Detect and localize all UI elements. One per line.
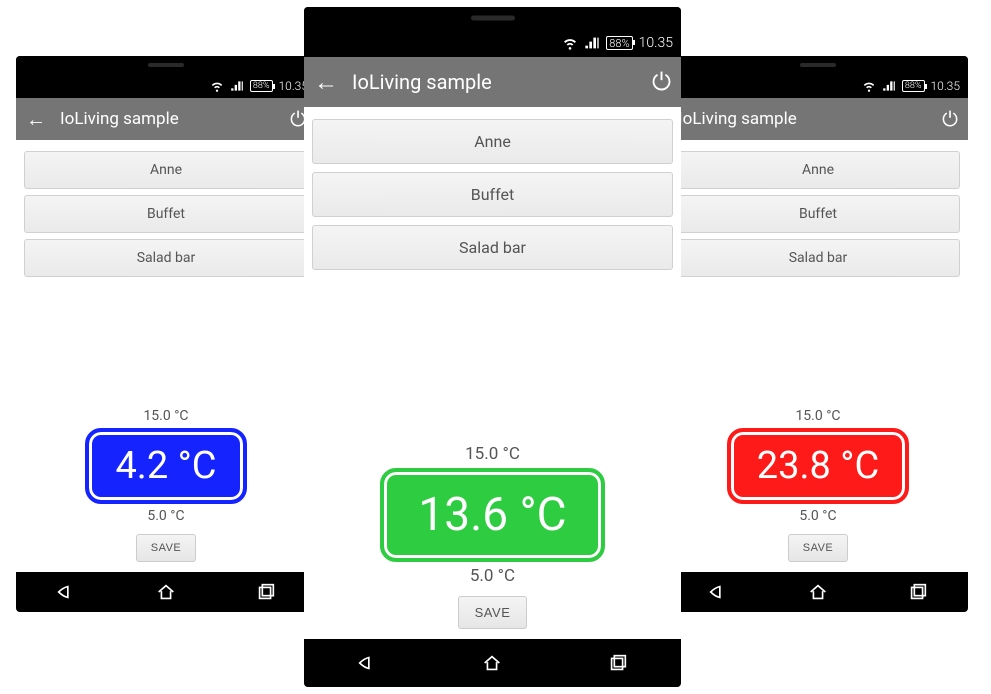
phone-left: 88% 10.35 ← IoLiving sample ⏻ Anne Buffe… [16,56,316,612]
app-title: IoLiving sample [352,70,638,94]
app-bar: ← IoLiving sample ⏻ [304,57,681,107]
temperature-value: 13.6 °C [388,476,596,554]
save-button[interactable]: SAVE [136,534,197,562]
phone-screen: 88% 10.35 ← IoLiving sample ⏻ Anne Buffe… [16,74,316,612]
signal-icon [230,79,244,93]
sensor-button-saladbar[interactable]: Salad bar [24,239,308,277]
nav-home-icon[interactable] [155,581,177,603]
wifi-icon [562,35,578,51]
battery-indicator: 88% [902,80,925,92]
temperature-card: 4.2 °C [85,428,246,504]
android-nav-bar [668,572,968,612]
phone-center: 88% 10.35 ← IoLiving sample ⏻ Anne Buffe… [304,7,681,687]
temperature-card: 23.8 °C [727,428,909,504]
back-icon[interactable]: ← [314,68,338,97]
app-title: IoLiving sample [60,109,276,129]
nav-recent-icon[interactable] [907,581,929,603]
temperature-card: 13.6 °C [380,468,604,562]
android-nav-bar [304,639,681,687]
status-time: 10.35 [639,35,673,51]
android-nav-bar [16,572,316,612]
sensor-button-saladbar[interactable]: Salad bar [312,225,673,270]
lower-limit: 5.0 °C [470,566,515,586]
app-bar: ← IoLiving sample ⏻ [16,98,316,140]
sensor-button-buffet[interactable]: Buffet [24,195,308,233]
sensor-button-anne[interactable]: Anne [676,151,960,189]
upper-limit: 15.0 °C [143,408,188,424]
phone-right: 88% 10.35 IoLiving sample ⏻ Anne Buffet … [668,56,968,612]
temperature-value: 23.8 °C [735,436,901,496]
back-icon[interactable]: ← [26,107,46,132]
phone-screen: 88% 10.35 IoLiving sample ⏻ Anne Buffet … [668,74,968,612]
signal-icon [882,79,896,93]
nav-recent-icon[interactable] [607,652,629,674]
sensor-button-buffet[interactable]: Buffet [676,195,960,233]
upper-limit: 15.0 °C [795,408,840,424]
save-button[interactable]: SAVE [458,596,528,629]
phone-bezel [304,7,681,29]
phone-bezel [16,56,316,74]
signal-icon [584,35,600,51]
sensor-button-buffet[interactable]: Buffet [312,172,673,217]
nav-back-icon[interactable] [356,652,378,674]
status-bar: 88% 10.35 [668,74,968,98]
temperature-value: 4.2 °C [93,436,238,496]
phone-screen: 88% 10.35 ← IoLiving sample ⏻ Anne Buffe… [304,29,681,687]
nav-back-icon[interactable] [707,581,729,603]
content-area: Anne Buffet Salad bar 15.0 °C 23.8 °C 5.… [668,140,968,572]
app-title: IoLiving sample [678,109,928,129]
sensor-button-anne[interactable]: Anne [24,151,308,189]
sensor-button-anne[interactable]: Anne [312,119,673,164]
content-area: Anne Buffet Salad bar 15.0 °C 4.2 °C 5.0… [16,140,316,572]
app-bar: IoLiving sample ⏻ [668,98,968,140]
status-bar: 88% 10.35 [16,74,316,98]
save-button[interactable]: SAVE [788,534,849,562]
lower-limit: 5.0 °C [147,508,184,524]
upper-limit: 15.0 °C [465,444,520,464]
wifi-icon [862,79,876,93]
nav-home-icon[interactable] [807,581,829,603]
status-bar: 88% 10.35 [304,29,681,57]
content-area: Anne Buffet Salad bar 15.0 °C 13.6 °C 5.… [304,107,681,639]
sensor-button-saladbar[interactable]: Salad bar [676,239,960,277]
wifi-icon [210,79,224,93]
power-icon[interactable]: ⏻ [652,68,671,96]
status-time: 10.35 [931,79,961,93]
nav-recent-icon[interactable] [255,581,277,603]
lower-limit: 5.0 °C [799,508,836,524]
nav-back-icon[interactable] [55,581,77,603]
power-icon[interactable]: ⏻ [942,107,958,131]
nav-home-icon[interactable] [481,652,503,674]
phone-bezel [668,56,968,74]
battery-indicator: 88% [606,36,632,50]
battery-indicator: 88% [250,80,273,92]
